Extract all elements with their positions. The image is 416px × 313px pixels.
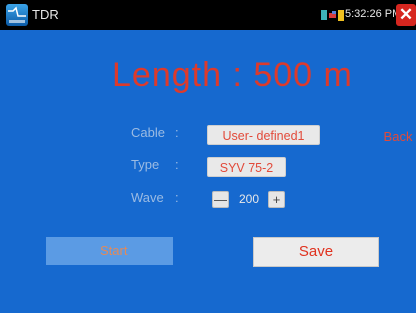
type-select[interactable]: SYV 75-2 — [207, 157, 286, 177]
length-readout: Length : 500 m — [112, 56, 353, 94]
close-icon: ✕ — [398, 5, 414, 24]
back-button[interactable]: Back — [380, 127, 416, 147]
start-button[interactable]: Start — [46, 237, 173, 265]
wave-increase-button[interactable]: + — [268, 191, 285, 208]
usb-icon — [329, 11, 336, 18]
wave-colon: : — [175, 190, 179, 205]
wave-label: Wave — [131, 190, 164, 205]
type-colon: : — [175, 157, 179, 172]
close-button[interactable]: ✕ — [396, 4, 416, 26]
clock: 5:32:26 PM — [345, 8, 402, 20]
sd-card-icon — [321, 10, 327, 20]
app-title: TDR — [32, 7, 59, 22]
save-button[interactable]: Save — [253, 237, 379, 267]
battery-icon — [338, 10, 344, 21]
wave-decrease-button[interactable]: — — [212, 191, 229, 208]
cable-colon: : — [175, 125, 179, 140]
cable-label: Cable — [131, 125, 165, 140]
status-icons — [321, 9, 345, 27]
wave-value: 200 — [239, 192, 260, 206]
type-label: Type — [131, 157, 160, 172]
cable-select[interactable]: User- defined1 — [207, 125, 320, 145]
status-bar: TDR 5:32:26 PM ✕ — [0, 0, 416, 30]
tdr-app-icon[interactable] — [6, 4, 28, 26]
